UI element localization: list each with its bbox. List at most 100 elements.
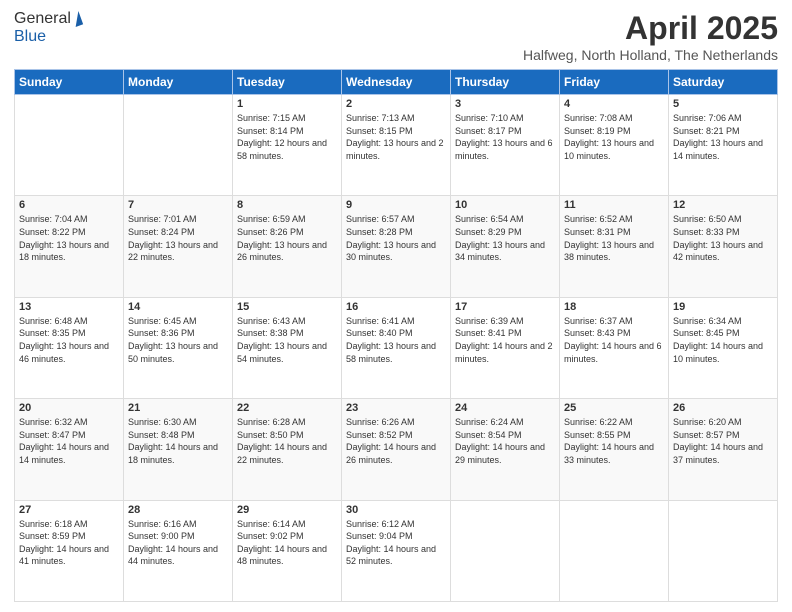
day-info: Sunrise: 7:15 AM Sunset: 8:14 PM Dayligh… [237, 112, 337, 162]
calendar-day-header: Sunday [15, 70, 124, 95]
calendar-cell: 12Sunrise: 6:50 AM Sunset: 8:33 PM Dayli… [669, 196, 778, 297]
calendar-cell: 7 Sunrise: 7:01 AM Sunset: 8:24 PM Daylig… [124, 196, 233, 297]
day-info: Sunrise: 7:10 AM Sunset: 8:17 PM Dayligh… [455, 112, 555, 162]
calendar-cell: 2Sunrise: 7:13 AM Sunset: 8:15 PM Daylig… [342, 95, 451, 196]
day-number: 28 [128, 504, 228, 516]
day-info: Sunrise: 6:48 AM Sunset: 8:35 PM Dayligh… [19, 315, 119, 365]
calendar-cell: 24 Sunrise: 6:24 AM Sunset: 8:54 PM Dayli… [451, 399, 560, 500]
day-info: Sunrise: 6:26 AM Sunset: 8:52 PM Dayligh… [346, 416, 446, 466]
calendar-cell: 28 Sunrise: 6:16 AM Sunset: 9:00 PM Dayli… [124, 500, 233, 601]
day-number: 17 [455, 301, 555, 313]
day-number: 20 [19, 402, 119, 414]
day-number: 23 [346, 402, 446, 414]
day-info: Sunrise: 6:24 AM Sunset: 8:54 PM Dayligh… [455, 416, 555, 466]
day-info: Sunrise: 6:22 AM Sunset: 8:55 PM Dayligh… [564, 416, 664, 466]
day-number: 6 [19, 199, 119, 211]
day-info: Sunrise: 6:50 AM Sunset: 8:33 PM Dayligh… [673, 213, 773, 263]
day-info: Sunrise: 6:16 AM Sunset: 9:00 PM Dayligh… [128, 518, 228, 568]
calendar-day-header: Wednesday [342, 70, 451, 95]
day-number: 9 [346, 199, 446, 211]
calendar-cell [15, 95, 124, 196]
day-info: Sunrise: 6:32 AM Sunset: 8:47 PM Dayligh… [19, 416, 119, 466]
calendar-cell: 5Sunrise: 7:06 AM Sunset: 8:21 PM Daylig… [669, 95, 778, 196]
calendar-cell: 23 Sunrise: 6:26 AM Sunset: 8:52 PM Dayli… [342, 399, 451, 500]
day-number: 10 [455, 199, 555, 211]
calendar-cell: 9 Sunrise: 6:57 AM Sunset: 8:28 PM Daylig… [342, 196, 451, 297]
calendar-cell: 16 Sunrise: 6:41 AM Sunset: 8:40 PM Dayli… [342, 297, 451, 398]
day-number: 7 [128, 199, 228, 211]
day-number: 15 [237, 301, 337, 313]
day-number: 18 [564, 301, 664, 313]
page: General Blue April 2025 Halfweg, North H… [0, 0, 792, 612]
calendar-cell: 20 Sunrise: 6:32 AM Sunset: 8:47 PM Dayli… [15, 399, 124, 500]
calendar-week-row: 27Sunrise: 6:18 AM Sunset: 8:59 PM Dayli… [15, 500, 778, 601]
calendar-cell [124, 95, 233, 196]
calendar-cell: 18 Sunrise: 6:37 AM Sunset: 8:43 PM Dayli… [560, 297, 669, 398]
day-number: 8 [237, 199, 337, 211]
day-number: 13 [19, 301, 119, 313]
day-info: Sunrise: 6:30 AM Sunset: 8:48 PM Dayligh… [128, 416, 228, 466]
day-info: Sunrise: 6:28 AM Sunset: 8:50 PM Dayligh… [237, 416, 337, 466]
calendar-cell: 21 Sunrise: 6:30 AM Sunset: 8:48 PM Dayli… [124, 399, 233, 500]
calendar-header-row: SundayMondayTuesdayWednesdayThursdayFrid… [15, 70, 778, 95]
calendar-week-row: 1Sunrise: 7:15 AM Sunset: 8:14 PM Daylig… [15, 95, 778, 196]
calendar-cell: 27Sunrise: 6:18 AM Sunset: 8:59 PM Dayli… [15, 500, 124, 601]
calendar-day-header: Thursday [451, 70, 560, 95]
day-number: 16 [346, 301, 446, 313]
calendar-cell: 22 Sunrise: 6:28 AM Sunset: 8:50 PM Dayli… [233, 399, 342, 500]
calendar-week-row: 13 Sunrise: 6:48 AM Sunset: 8:35 PM Dayli… [15, 297, 778, 398]
day-number: 4 [564, 98, 664, 110]
calendar-cell: 26Sunrise: 6:20 AM Sunset: 8:57 PM Dayli… [669, 399, 778, 500]
day-number: 11 [564, 199, 664, 211]
day-info: Sunrise: 6:54 AM Sunset: 8:29 PM Dayligh… [455, 213, 555, 263]
day-number: 3 [455, 98, 555, 110]
calendar-week-row: 6 Sunrise: 7:04 AM Sunset: 8:22 PM Daylig… [15, 196, 778, 297]
day-number: 29 [237, 504, 337, 516]
day-info: Sunrise: 6:59 AM Sunset: 8:26 PM Dayligh… [237, 213, 337, 263]
calendar-cell: 17 Sunrise: 6:39 AM Sunset: 8:41 PM Dayli… [451, 297, 560, 398]
title-month: April 2025 [523, 10, 778, 47]
calendar-cell [669, 500, 778, 601]
calendar-cell: 1Sunrise: 7:15 AM Sunset: 8:14 PM Daylig… [233, 95, 342, 196]
calendar-cell: 14Sunrise: 6:45 AM Sunset: 8:36 PM Dayli… [124, 297, 233, 398]
calendar-cell: 13 Sunrise: 6:48 AM Sunset: 8:35 PM Dayli… [15, 297, 124, 398]
day-info: Sunrise: 7:08 AM Sunset: 8:19 PM Dayligh… [564, 112, 664, 162]
calendar-cell: 4 Sunrise: 7:08 AM Sunset: 8:19 PM Daylig… [560, 95, 669, 196]
calendar-cell: 3 Sunrise: 7:10 AM Sunset: 8:17 PM Daylig… [451, 95, 560, 196]
calendar-cell: 19 Sunrise: 6:34 AM Sunset: 8:45 PM Dayli… [669, 297, 778, 398]
day-info: Sunrise: 6:12 AM Sunset: 9:04 PM Dayligh… [346, 518, 446, 568]
day-number: 19 [673, 301, 773, 313]
calendar-cell: 25Sunrise: 6:22 AM Sunset: 8:55 PM Dayli… [560, 399, 669, 500]
day-info: Sunrise: 6:39 AM Sunset: 8:41 PM Dayligh… [455, 315, 555, 365]
calendar-cell: 11Sunrise: 6:52 AM Sunset: 8:31 PM Dayli… [560, 196, 669, 297]
calendar-cell: 15 Sunrise: 6:43 AM Sunset: 8:38 PM Dayli… [233, 297, 342, 398]
day-info: Sunrise: 6:37 AM Sunset: 8:43 PM Dayligh… [564, 315, 664, 365]
day-info: Sunrise: 7:04 AM Sunset: 8:22 PM Dayligh… [19, 213, 119, 263]
day-number: 2 [346, 98, 446, 110]
day-info: Sunrise: 6:34 AM Sunset: 8:45 PM Dayligh… [673, 315, 773, 365]
day-info: Sunrise: 6:57 AM Sunset: 8:28 PM Dayligh… [346, 213, 446, 263]
logo: General Blue [14, 10, 81, 46]
day-number: 5 [673, 98, 773, 110]
day-number: 22 [237, 402, 337, 414]
day-number: 21 [128, 402, 228, 414]
calendar-cell [451, 500, 560, 601]
calendar-week-row: 20 Sunrise: 6:32 AM Sunset: 8:47 PM Dayli… [15, 399, 778, 500]
day-info: Sunrise: 6:45 AM Sunset: 8:36 PM Dayligh… [128, 315, 228, 365]
calendar-cell: 6 Sunrise: 7:04 AM Sunset: 8:22 PM Daylig… [15, 196, 124, 297]
day-info: Sunrise: 6:41 AM Sunset: 8:40 PM Dayligh… [346, 315, 446, 365]
calendar-table: SundayMondayTuesdayWednesdayThursdayFrid… [14, 69, 778, 602]
day-info: Sunrise: 6:14 AM Sunset: 9:02 PM Dayligh… [237, 518, 337, 568]
calendar-day-header: Saturday [669, 70, 778, 95]
day-number: 26 [673, 402, 773, 414]
calendar-cell: 30Sunrise: 6:12 AM Sunset: 9:04 PM Dayli… [342, 500, 451, 601]
day-info: Sunrise: 7:01 AM Sunset: 8:24 PM Dayligh… [128, 213, 228, 263]
title-area: April 2025 Halfweg, North Holland, The N… [523, 10, 778, 63]
calendar-day-header: Tuesday [233, 70, 342, 95]
logo-blue: Blue [14, 28, 46, 46]
title-location: Halfweg, North Holland, The Netherlands [523, 47, 778, 63]
logo-general: General [14, 10, 71, 28]
day-number: 24 [455, 402, 555, 414]
day-info: Sunrise: 6:43 AM Sunset: 8:38 PM Dayligh… [237, 315, 337, 365]
calendar-day-header: Friday [560, 70, 669, 95]
